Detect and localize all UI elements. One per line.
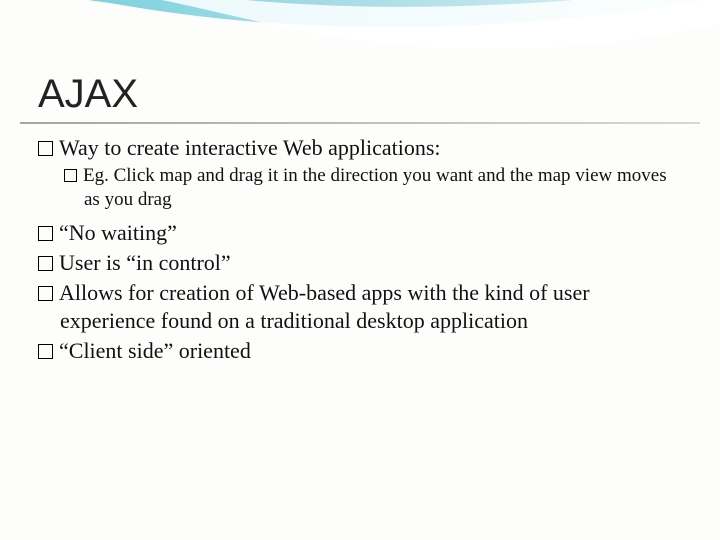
bullet-item: Way to create interactive Web applicatio… xyxy=(38,134,680,162)
hollow-square-icon xyxy=(38,141,53,156)
hollow-square-icon xyxy=(38,344,53,359)
bullet-text: “Client side” oriented xyxy=(59,338,251,363)
bullet-text: “No waiting” xyxy=(59,220,177,245)
slide-body: Way to create interactive Web applicatio… xyxy=(38,134,680,368)
slide-title: AJAX xyxy=(38,72,138,117)
bullet-item: Allows for creation of Web-based apps wi… xyxy=(38,279,680,335)
title-underline xyxy=(20,122,700,124)
hollow-square-icon xyxy=(38,226,53,241)
bullet-item: “No waiting” xyxy=(38,219,680,247)
bullet-text: Eg. Click map and drag it in the directi… xyxy=(83,165,667,210)
bullet-item: User is “in control” xyxy=(38,249,680,277)
bullet-text: User is “in control” xyxy=(59,250,231,275)
hollow-square-icon xyxy=(38,256,53,271)
hollow-square-icon xyxy=(64,169,77,182)
bullet-item: “Client side” oriented xyxy=(38,337,680,365)
hollow-square-icon xyxy=(38,286,53,301)
sub-bullet-item: Eg. Click map and drag it in the directi… xyxy=(64,164,680,213)
bullet-text: Way to create interactive Web applicatio… xyxy=(59,135,441,160)
bullet-text: Allows for creation of Web-based apps wi… xyxy=(59,280,590,333)
